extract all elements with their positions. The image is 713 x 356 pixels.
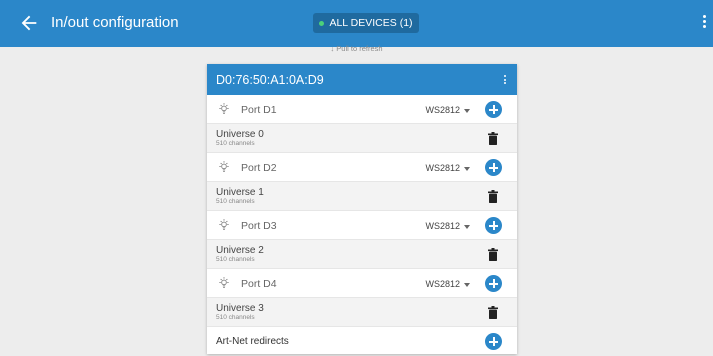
port-label: Port D4 <box>241 278 277 290</box>
universe-name: Universe 2 <box>216 245 264 256</box>
lightbulb-icon <box>219 219 229 230</box>
universe-channels: 510 channels <box>216 198 255 205</box>
page-title: In/out configuration <box>51 14 179 31</box>
lightbulb-icon <box>219 277 229 288</box>
device-name: D0:76:50:A1:0A:D9 <box>216 73 324 87</box>
status-dot <box>319 20 325 26</box>
add-universe-button[interactable] <box>485 101 502 118</box>
device-menu-icon[interactable] <box>502 74 508 86</box>
add-redirect-button[interactable] <box>485 333 502 350</box>
port-row: Port D2 WS2812 <box>207 153 517 182</box>
more-vertical-icon[interactable] <box>699 13 709 35</box>
lightbulb-icon <box>219 103 229 114</box>
trash-icon[interactable] <box>488 306 498 319</box>
led-type-select[interactable]: WS2812 <box>425 105 470 115</box>
universe-name: Universe 0 <box>216 129 264 140</box>
caret-down-icon <box>464 108 470 113</box>
add-universe-button[interactable] <box>485 275 502 292</box>
device-card: D0:76:50:A1:0A:D9 Port D1 WS2812 Univers… <box>207 64 517 354</box>
led-type-select[interactable]: WS2812 <box>425 221 470 231</box>
port-label: Port D2 <box>241 162 277 174</box>
universe-name: Universe 1 <box>216 187 264 198</box>
port-row: Port D4 WS2812 <box>207 269 517 298</box>
trash-icon[interactable] <box>488 132 498 145</box>
pull-to-refresh-hint: ↓ Pull to refresh <box>330 44 383 53</box>
port-label: Port D3 <box>241 220 277 232</box>
art-net-redirects-label: Art-Net redirects <box>216 336 289 347</box>
caret-down-icon <box>464 282 470 287</box>
port-row: Port D1 WS2812 <box>207 95 517 124</box>
trash-icon[interactable] <box>488 190 498 203</box>
universe-row: Universe 3 510 channels <box>207 298 517 327</box>
art-net-redirects-row: Art-Net redirects <box>207 327 517 354</box>
lightbulb-icon <box>219 161 229 172</box>
arrow-left-icon[interactable] <box>18 12 40 34</box>
universe-row: Universe 0 510 channels <box>207 124 517 153</box>
led-type-select[interactable]: WS2812 <box>425 279 470 289</box>
trash-icon[interactable] <box>488 248 498 261</box>
led-type-value: WS2812 <box>425 105 460 115</box>
universe-name: Universe 3 <box>216 303 264 314</box>
port-row: Port D3 WS2812 <box>207 211 517 240</box>
universe-row: Universe 2 510 channels <box>207 240 517 269</box>
add-universe-button[interactable] <box>485 159 502 176</box>
port-label: Port D1 <box>241 104 277 116</box>
caret-down-icon <box>464 224 470 229</box>
add-universe-button[interactable] <box>485 217 502 234</box>
led-type-value: WS2812 <box>425 163 460 173</box>
universe-channels: 510 channels <box>216 140 255 147</box>
universe-channels: 510 channels <box>216 314 255 321</box>
app-bar: In/out configuration ALL DEVICES (1) <box>0 0 713 47</box>
led-type-select[interactable]: WS2812 <box>425 163 470 173</box>
universe-channels: 510 channels <box>216 256 255 263</box>
led-type-value: WS2812 <box>425 221 460 231</box>
device-card-header: D0:76:50:A1:0A:D9 <box>207 64 517 95</box>
universe-row: Universe 1 510 channels <box>207 182 517 211</box>
all-devices-button[interactable]: ALL DEVICES (1) <box>313 13 419 33</box>
caret-down-icon <box>464 166 470 171</box>
all-devices-label: ALL DEVICES (1) <box>329 17 413 29</box>
led-type-value: WS2812 <box>425 279 460 289</box>
